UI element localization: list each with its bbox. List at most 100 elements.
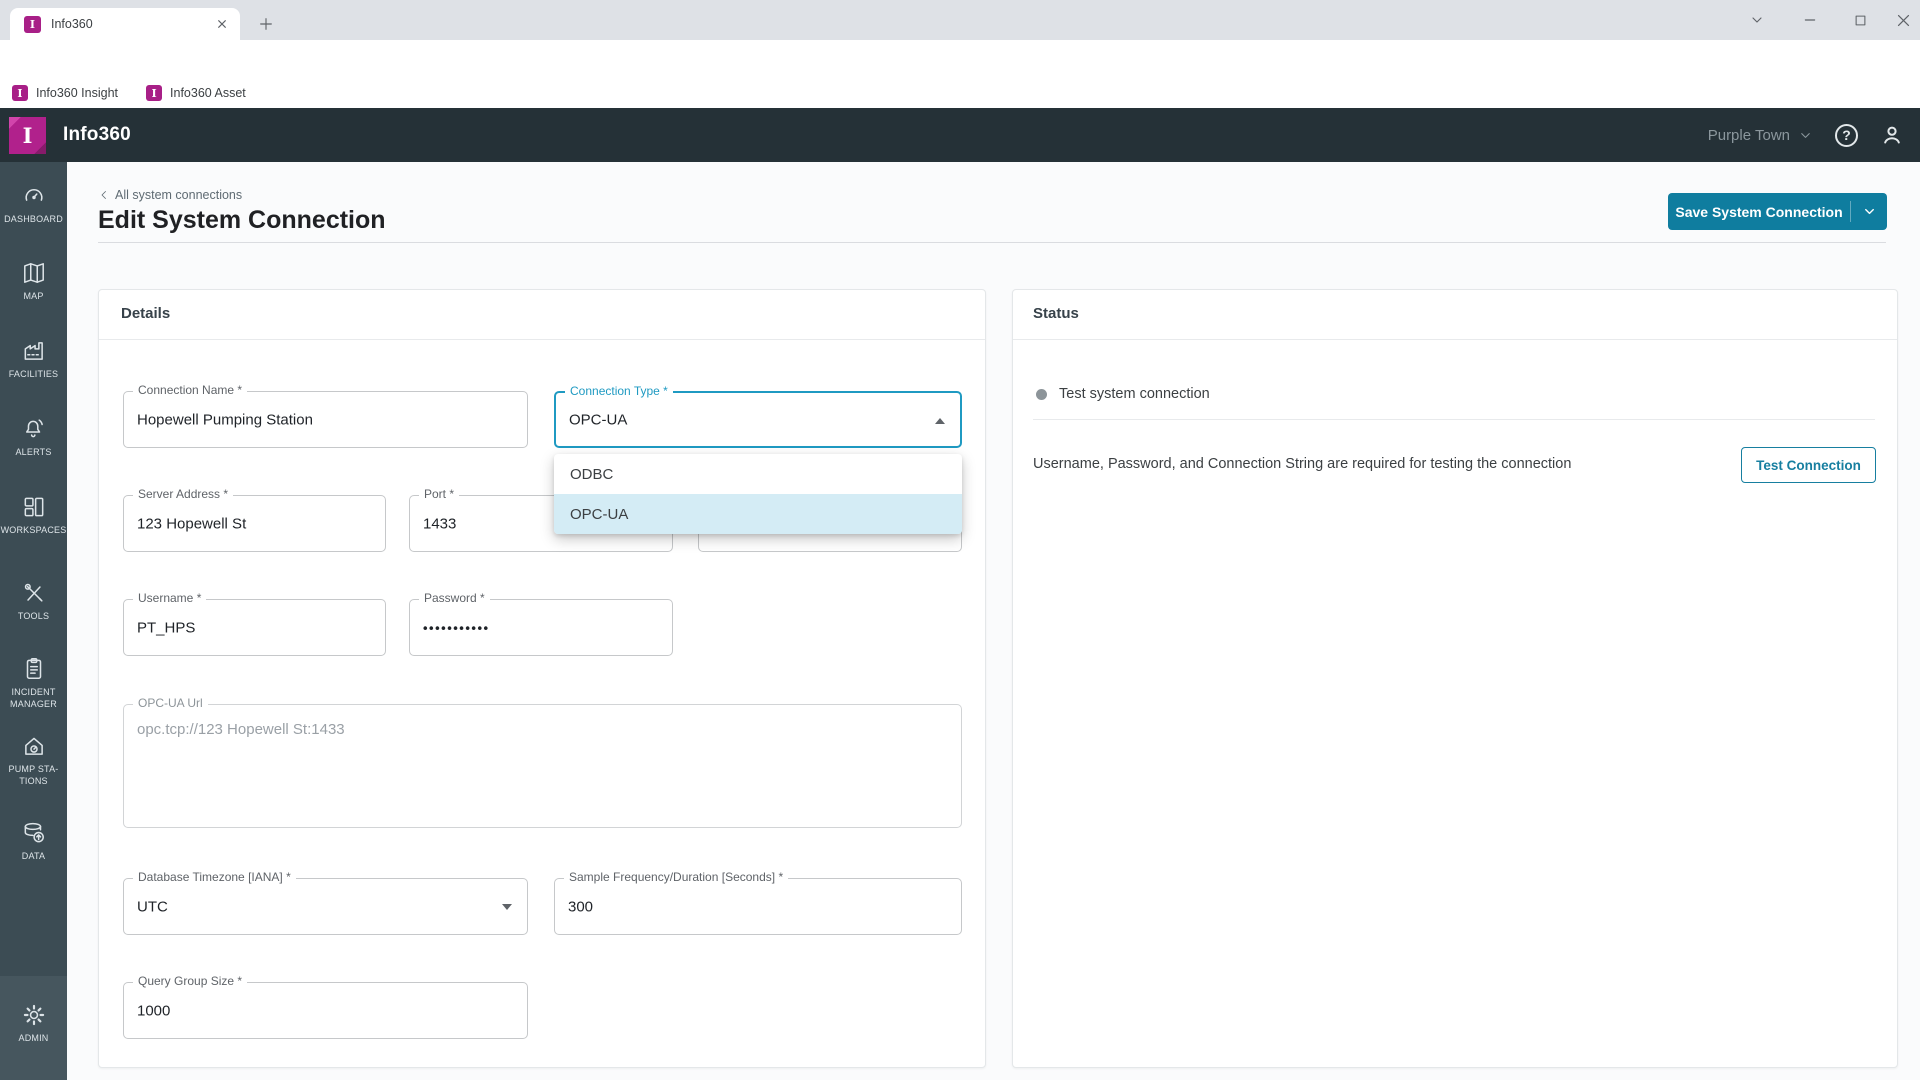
window-close-button[interactable] (1886, 6, 1920, 34)
save-options-chevron[interactable] (1851, 204, 1887, 219)
field-label: Port * (419, 487, 459, 501)
bell-icon (21, 416, 47, 442)
test-connection-button[interactable]: Test Connection (1741, 447, 1876, 483)
chevron-down-icon (1798, 128, 1813, 143)
sidebar-item-label: DATA (20, 851, 47, 863)
sidebar-item-pump-stations[interactable]: PUMP STA-TIONS (0, 733, 67, 787)
browser-tab-strip: I Info360 (0, 0, 1920, 40)
status-card-divider (1013, 339, 1897, 340)
field-value: 1433 (423, 515, 456, 532)
tab-title: Info360 (51, 17, 214, 31)
status-step-row: Test system connection (1036, 386, 1210, 402)
sidebar-item-data[interactable]: DATA (0, 820, 67, 863)
clipboard-icon (21, 656, 47, 682)
window-maximize-button[interactable] (1843, 6, 1877, 34)
main-content: All system connections Edit System Conne… (67, 162, 1920, 1080)
database-icon (21, 820, 47, 846)
sidebar-item-label: INCIDENT MANAGER (0, 687, 67, 710)
help-icon[interactable]: ? (1835, 124, 1858, 147)
query-group-size-field[interactable]: Query Group Size * 1000 (123, 982, 528, 1039)
field-label: Query Group Size * (133, 974, 247, 988)
sidebar-item-label: DASHBOARD (2, 214, 65, 226)
gauge-icon (21, 183, 47, 209)
bookmark-label: Info360 Insight (36, 86, 118, 100)
connection-name-field[interactable]: Connection Name * Hopewell Pumping Stati… (123, 391, 528, 448)
field-value: OPC-UA (569, 411, 627, 428)
sidebar-item-facilities[interactable]: FACILITIES (0, 338, 67, 381)
details-card-divider (99, 339, 985, 340)
dropdown-option-opc-ua[interactable]: OPC-UA (554, 494, 962, 534)
title-divider (98, 242, 1886, 243)
logo-letter: I (23, 123, 33, 148)
sidebar-item-map[interactable]: MAP (0, 260, 67, 303)
bookmark-label: Info360 Asset (170, 86, 246, 100)
test-requirements-note: Username, Password, and Connection Strin… (1033, 456, 1693, 472)
tab-favicon: I (24, 16, 41, 33)
status-inner-divider (1033, 419, 1875, 420)
username-field[interactable]: Username * PT_HPS (123, 599, 386, 656)
sidebar-item-label: ADMIN (17, 1033, 51, 1045)
connection-type-dropdown: ODBC OPC-UA (554, 454, 962, 534)
sidebar-item-tools[interactable]: TOOLS (0, 580, 67, 623)
sidebar-item-label: TOOLS (16, 611, 51, 623)
tenant-selector[interactable]: Purple Town (1708, 127, 1813, 144)
opcua-url-field[interactable]: OPC-UA Url opc.tcp://123 Hopewell St:143… (123, 704, 962, 828)
password-field[interactable]: Password * ••••••••••• (409, 599, 673, 656)
tab-search-icon[interactable] (1740, 6, 1774, 34)
field-value: ••••••••••• (423, 620, 490, 635)
dropdown-option-odbc[interactable]: ODBC (554, 454, 962, 494)
window-minimize-button[interactable] (1793, 6, 1827, 34)
field-label: Sample Frequency/Duration [Seconds] * (564, 870, 788, 884)
server-address-field[interactable]: Server Address * 123 Hopewell St (123, 495, 386, 552)
sidebar-item-label: FACILITIES (7, 369, 61, 381)
breadcrumb[interactable]: All system connections (98, 188, 242, 202)
field-value: 300 (568, 898, 593, 915)
bookmark-info360-asset[interactable]: I Info360 Asset (146, 85, 246, 101)
sample-frequency-field[interactable]: Sample Frequency/Duration [Seconds] * 30… (554, 878, 962, 935)
sidebar-item-label: WORKSPACES (0, 525, 68, 537)
caret-down-icon (502, 904, 512, 910)
field-value: UTC (137, 898, 168, 915)
sidebar-item-admin[interactable]: ADMIN (0, 1002, 67, 1045)
database-timezone-select[interactable]: Database Timezone [IANA] * UTC (123, 878, 528, 935)
breadcrumb-label: All system connections (115, 188, 242, 202)
field-label: Database Timezone [IANA] * (133, 870, 296, 884)
tenant-name: Purple Town (1708, 127, 1790, 144)
sidebar-item-incident-manager[interactable]: INCIDENT MANAGER (0, 656, 67, 710)
field-value: PT_HPS (137, 619, 195, 636)
map-icon (21, 260, 47, 286)
app-header: I Info360 Purple Town ? (0, 108, 1920, 162)
connection-type-select[interactable]: Connection Type * OPC-UA (554, 391, 962, 448)
caret-up-icon (935, 418, 945, 424)
bookmark-favicon: I (146, 85, 162, 101)
bookmark-favicon: I (12, 85, 28, 101)
bookmarks-bar: I Info360 Insight I Info360 Asset (0, 78, 1920, 108)
sidebar-item-label: ALERTS (13, 447, 53, 459)
browser-toolbar: app.info360.com/admin/system-connection/… (0, 40, 1920, 78)
status-card-title: Status (1033, 305, 1079, 322)
field-value: Hopewell Pumping Station (137, 411, 313, 428)
field-placeholder: opc.tcp://123 Hopewell St:1433 (137, 721, 345, 738)
field-label: Username * (133, 591, 206, 605)
status-card: Status Test system connection Username, … (1012, 289, 1898, 1068)
browser-tab[interactable]: I Info360 (10, 8, 240, 40)
details-card-title: Details (121, 305, 170, 322)
sidebar-item-workspaces[interactable]: WORKSPACES (0, 494, 67, 537)
field-label: Server Address * (133, 487, 233, 501)
bookmark-info360-insight[interactable]: I Info360 Insight (12, 85, 118, 101)
field-label: Connection Type * (565, 384, 673, 398)
save-system-connection-button[interactable]: Save System Connection (1668, 193, 1887, 230)
gear-icon (21, 1002, 47, 1028)
step-label: Test system connection (1059, 386, 1210, 402)
info360-logo: I (9, 117, 46, 154)
user-account-icon[interactable] (1880, 123, 1904, 147)
tools-icon (21, 580, 47, 606)
test-connection-label: Test Connection (1756, 458, 1861, 473)
sidebar-item-dashboard[interactable]: DASHBOARD (0, 183, 67, 226)
sidebar-item-label: PUMP STA-TIONS (0, 764, 67, 787)
tab-close-icon[interactable] (214, 16, 230, 32)
step-bullet-icon (1036, 389, 1047, 400)
new-tab-button[interactable] (254, 12, 278, 36)
field-label: OPC-UA Url (133, 696, 208, 710)
sidebar-item-alerts[interactable]: ALERTS (0, 416, 67, 459)
